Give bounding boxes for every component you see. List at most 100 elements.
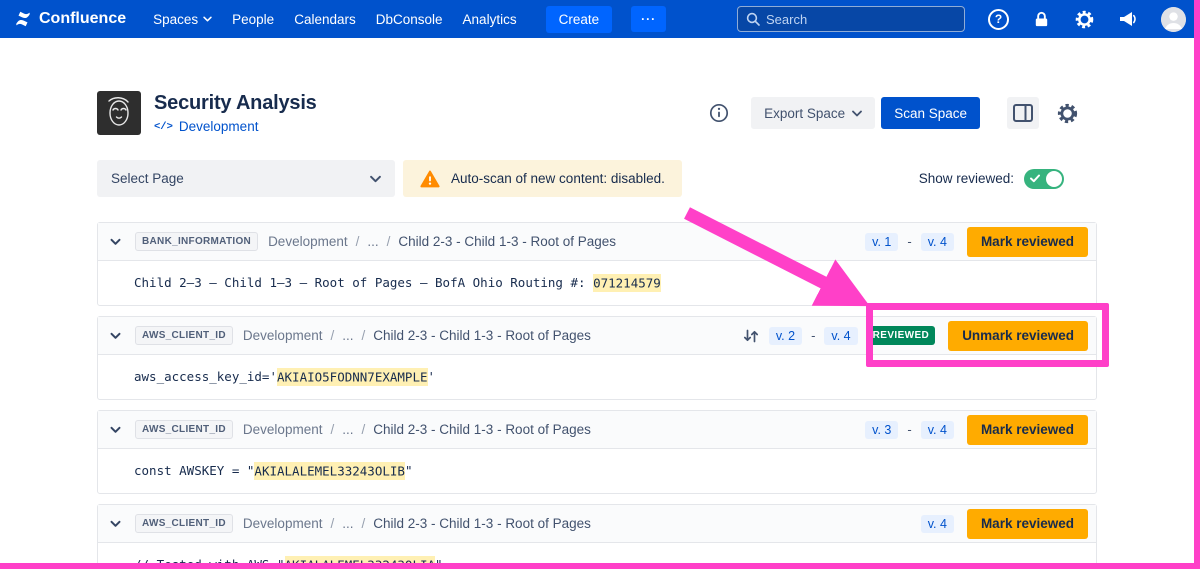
finding-card: AWS_CLIENT_ID Development / ... / Child … <box>97 410 1097 494</box>
nav-item-dbconsole[interactable]: DbConsole <box>369 7 450 32</box>
breadcrumb-page-link[interactable]: Child 2-3 - Child 1-3 - Root of Pages <box>373 422 591 437</box>
scan-space-button[interactable]: Scan Space <box>881 97 980 129</box>
nav-item-spaces[interactable]: Spaces <box>146 7 219 32</box>
mark-reviewed-button[interactable]: Mark reviewed <box>967 509 1088 539</box>
show-reviewed-label: Show reviewed: <box>919 171 1014 186</box>
breadcrumb-separator: / <box>330 328 334 343</box>
nav-item-label: Spaces <box>153 12 198 27</box>
finding-header: BANK_INFORMATION Development / ... / Chi… <box>98 223 1096 261</box>
finding-actions: v. 1 - v. 4 Mark reviewed <box>865 227 1088 257</box>
finding-code-snippet: const AWSKEY = "AKIALALEMEL33243OLIB" <box>98 449 1096 493</box>
select-page-dropdown[interactable]: Select Page <box>97 160 395 197</box>
lock-icon[interactable] <box>1032 10 1051 29</box>
space-meta: Security Analysis </> Development <box>154 92 317 134</box>
more-button[interactable]: ··· <box>631 6 666 32</box>
annotation-frame-right <box>1194 0 1200 569</box>
breadcrumb-separator: / <box>362 422 366 437</box>
version-from-link[interactable]: v. 1 <box>865 233 898 251</box>
chevron-down-icon <box>110 238 121 246</box>
space-link[interactable]: Development <box>179 119 259 134</box>
breadcrumb-separator: / <box>362 328 366 343</box>
mark-reviewed-button[interactable]: Mark reviewed <box>967 227 1088 257</box>
breadcrumb-space-link[interactable]: Development <box>243 328 323 343</box>
expand-collapse-button[interactable] <box>106 328 125 344</box>
secret-highlight: AKIAIO5FODNN7EXAMPLE <box>277 368 428 386</box>
export-space-button[interactable]: Export Space <box>751 97 875 129</box>
breadcrumb: Development / ... / Child 2-3 - Child 1-… <box>243 328 591 343</box>
expand-collapse-button[interactable] <box>106 422 125 438</box>
version-from-link[interactable]: v. 3 <box>865 421 898 439</box>
space-settings-button[interactable] <box>1051 97 1083 129</box>
nav-right-group: ? <box>737 6 1186 32</box>
compare-versions-icon[interactable] <box>742 327 760 345</box>
nav-item-analytics[interactable]: Analytics <box>456 7 524 32</box>
version-range-dash: - <box>811 328 815 343</box>
breadcrumb-ellipsis[interactable]: ... <box>342 516 353 531</box>
code-text: Child 2–3 – Child 1–3 – Root of Pages – … <box>134 275 593 290</box>
secret-highlight: AKIALALEMEL33243OLIB <box>254 462 405 480</box>
chevron-down-icon <box>110 332 121 340</box>
gear-icon <box>1056 102 1079 125</box>
version-to-link[interactable]: v. 4 <box>921 233 954 251</box>
breadcrumb-page-link[interactable]: Child 2-3 - Child 1-3 - Root of Pages <box>398 234 616 249</box>
secret-highlight: AKIALALEMEL33243OLIA <box>285 556 436 569</box>
finding-actions: v. 3 - v. 4 Mark reviewed <box>865 415 1088 445</box>
megaphone-icon[interactable] <box>1118 9 1138 29</box>
finding-type-badge: AWS_CLIENT_ID <box>135 420 233 439</box>
breadcrumb-space-link[interactable]: Development <box>268 234 348 249</box>
breadcrumb-ellipsis[interactable]: ... <box>342 328 353 343</box>
confluence-home-link[interactable]: Confluence <box>14 10 126 28</box>
toggle-knob <box>1046 171 1062 187</box>
info-icon[interactable] <box>709 103 729 123</box>
unmark-reviewed-button[interactable]: Unmark reviewed <box>948 321 1088 351</box>
version-to-link[interactable]: v. 4 <box>921 421 954 439</box>
nav-item-calendars[interactable]: Calendars <box>287 7 363 32</box>
breadcrumb-ellipsis[interactable]: ... <box>367 234 378 249</box>
create-button[interactable]: Create <box>546 6 613 33</box>
search-box[interactable] <box>737 6 965 32</box>
breadcrumb-space-link[interactable]: Development <box>243 422 323 437</box>
main-content: Security Analysis </> Development Export… <box>97 91 1097 569</box>
brand-name: Confluence <box>39 10 126 28</box>
code-text: const AWSKEY = " <box>134 463 254 478</box>
findings-list: BANK_INFORMATION Development / ... / Chi… <box>97 222 1097 569</box>
breadcrumb-page-link[interactable]: Child 2-3 - Child 1-3 - Root of Pages <box>373 516 591 531</box>
finding-type-badge: AWS_CLIENT_ID <box>135 514 233 533</box>
finding-actions: v. 4 Mark reviewed <box>921 509 1088 539</box>
code-text: " <box>405 463 413 478</box>
show-reviewed-toggle[interactable] <box>1024 169 1064 189</box>
expand-collapse-button[interactable] <box>106 234 125 250</box>
finding-code-snippet: // Tested with AWS "AKIALALEMEL33243OLIA… <box>98 543 1096 569</box>
help-icon[interactable]: ? <box>988 9 1009 30</box>
nav-item-people[interactable]: People <box>225 7 281 32</box>
controls-row: Select Page Auto-scan of new content: di… <box>97 160 1097 197</box>
header-actions: Export Space Scan Space <box>709 97 1083 129</box>
toggle-sidebar-button[interactable] <box>1007 97 1039 129</box>
search-input[interactable] <box>766 12 956 27</box>
version-to-link[interactable]: v. 4 <box>921 515 954 533</box>
breadcrumb-page-link[interactable]: Child 2-3 - Child 1-3 - Root of Pages <box>373 328 591 343</box>
chevron-down-icon <box>110 426 121 434</box>
warning-icon <box>420 170 440 188</box>
code-text: aws_access_key_id=' <box>134 369 277 384</box>
version-from-link[interactable]: v. 2 <box>769 327 802 345</box>
breadcrumb-ellipsis[interactable]: ... <box>342 422 353 437</box>
check-icon <box>1030 174 1040 183</box>
breadcrumb-separator: / <box>330 422 334 437</box>
expand-collapse-button[interactable] <box>106 516 125 532</box>
gear-icon[interactable] <box>1074 9 1095 30</box>
space-header: Security Analysis </> Development Export… <box>97 91 1097 135</box>
mark-reviewed-button[interactable]: Mark reviewed <box>967 415 1088 445</box>
panel-layout-icon <box>1013 104 1033 122</box>
user-avatar[interactable] <box>1161 7 1186 32</box>
version-to-link[interactable]: v. 4 <box>824 327 857 345</box>
finding-card: AWS_CLIENT_ID Development / ... / Child … <box>97 504 1097 569</box>
breadcrumb-space-link[interactable]: Development <box>243 516 323 531</box>
space-link-row: </> Development <box>154 119 317 134</box>
chevron-down-icon <box>370 171 381 186</box>
confluence-logo-icon <box>14 10 32 28</box>
code-icon: </> <box>154 121 173 133</box>
finding-header: AWS_CLIENT_ID Development / ... / Child … <box>98 505 1096 543</box>
finding-card: AWS_CLIENT_ID Development / ... / Child … <box>97 316 1097 400</box>
chevron-down-icon <box>203 16 212 22</box>
